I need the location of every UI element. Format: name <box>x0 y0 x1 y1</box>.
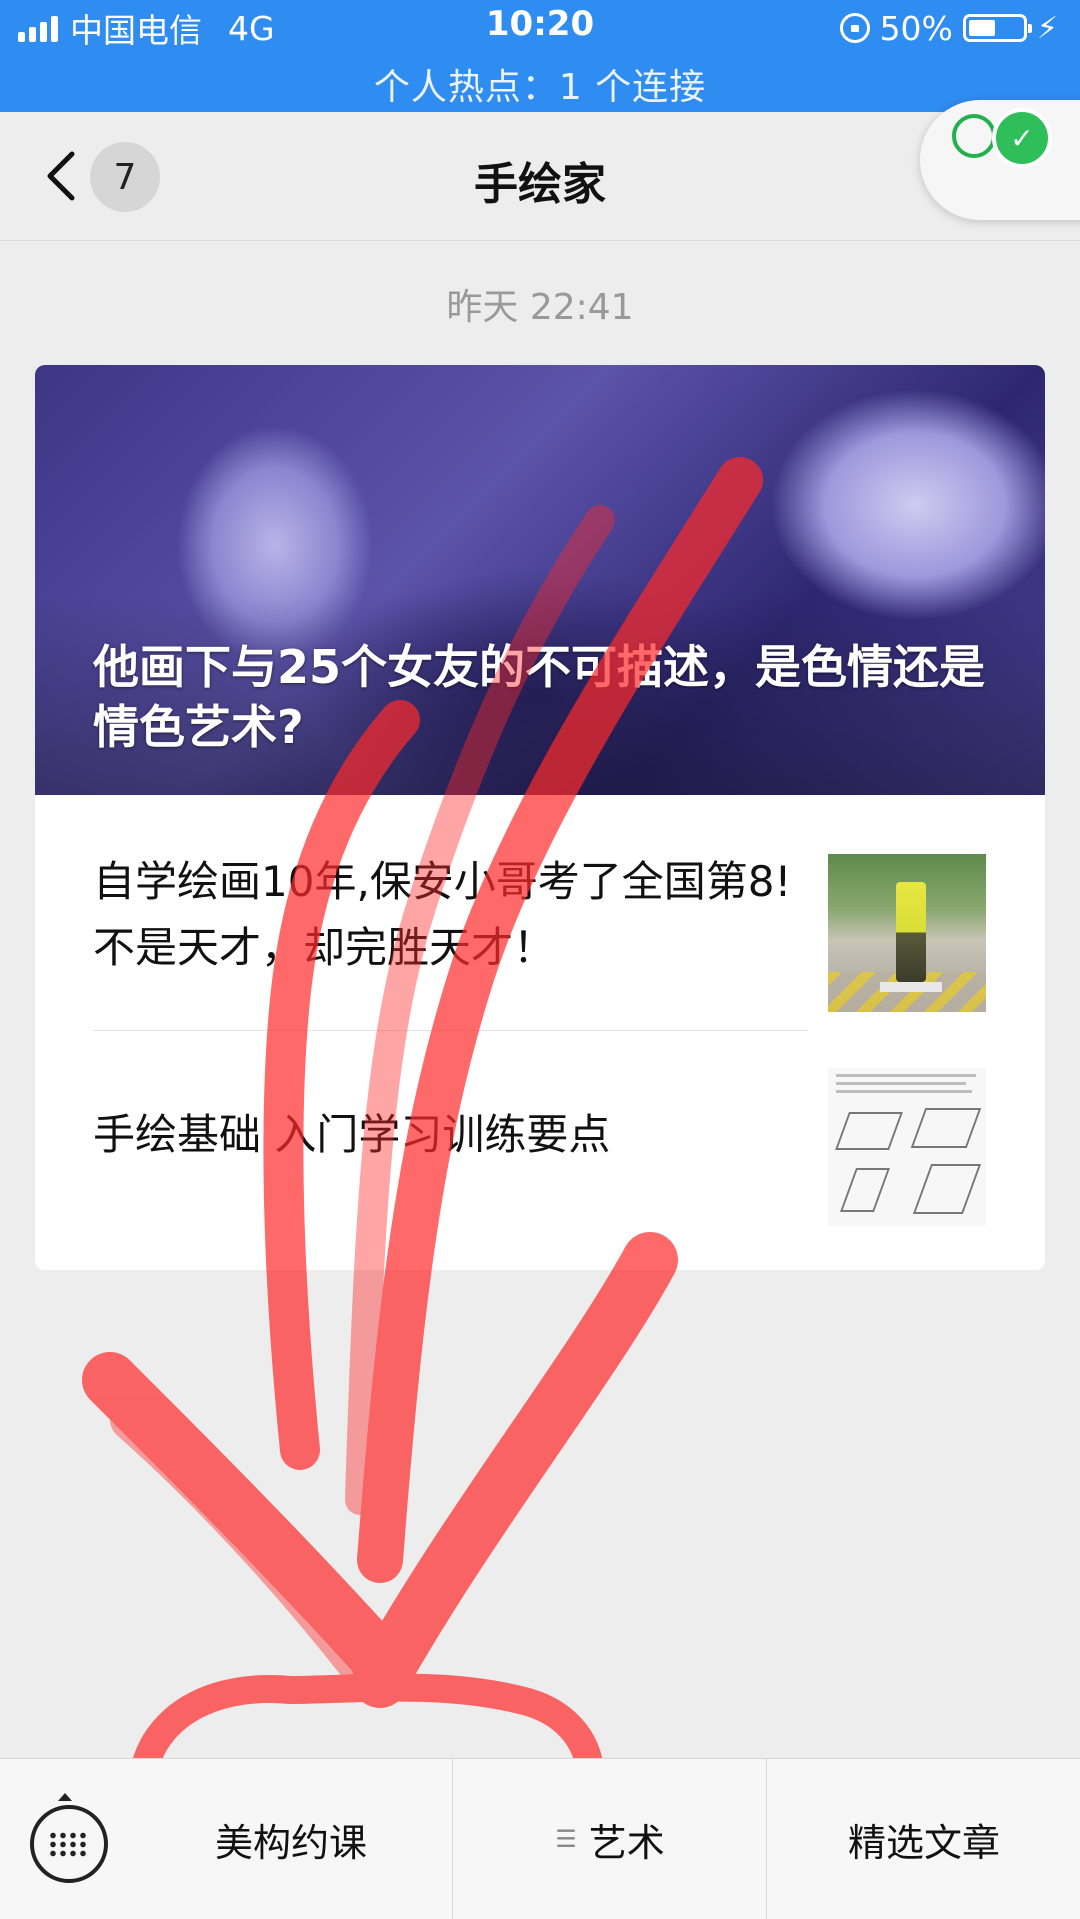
cover-title: 他画下与25个女友的不可描述，是色情还是情色艺术? <box>93 640 986 754</box>
article-title: 手绘基础 入门学习训练要点 <box>93 1110 611 1159</box>
keyboard-icon[interactable] <box>30 1793 108 1883</box>
rotation-lock-icon <box>839 13 870 43</box>
bottom-menu: 美构约课 ☰ 艺术 精选文章 <box>0 1758 1080 1919</box>
submenu-icon: ☰ <box>555 1825 577 1853</box>
edit-icon[interactable]: ✓ <box>992 108 1052 168</box>
battery-icon <box>962 14 1032 42</box>
menu-item-course[interactable]: 美构约课 <box>130 1759 452 1919</box>
nav-bar: 7 手绘家 <box>0 112 1080 241</box>
status-right: 50% ⚡ <box>839 6 1058 50</box>
menu-item-label: 美构约课 <box>214 1820 367 1865</box>
battery-percent: 50% <box>879 8 953 48</box>
menu-item-label: 艺术 <box>588 1820 665 1865</box>
menu-item-articles[interactable]: 精选文章 <box>766 1759 1080 1919</box>
message-timestamp: 昨天 22:41 <box>446 287 634 328</box>
article-thumbnail <box>828 854 986 1012</box>
menu-item-art[interactable]: ☰ 艺术 <box>452 1759 767 1919</box>
article-thumbnail <box>828 1068 986 1226</box>
article-title: 自学绘画10年,保安小哥考了全国第8!不是天才，却完胜天才！ <box>93 857 792 972</box>
article-item[interactable]: 自学绘画10年,保安小哥考了全国第8!不是天才，却完胜天才！ <box>35 795 1045 1030</box>
article-card: 他画下与25个女友的不可描述，是色情还是情色艺术? 自学绘画10年,保安小哥考了… <box>35 365 1045 1270</box>
status-bar: 中国电信 4G 10:20 50% ⚡ 个人热点：1 个连接 <box>0 0 1080 112</box>
menu-item-label: 精选文章 <box>847 1820 1000 1865</box>
article-item[interactable]: 手绘基础 入门学习训练要点 <box>35 1030 1045 1270</box>
hotspot-banner[interactable]: 个人热点：1 个连接 <box>0 58 1080 110</box>
charging-icon: ⚡ <box>1036 10 1058 46</box>
wechat-icon[interactable] <box>952 114 996 158</box>
cover-article[interactable]: 他画下与25个女友的不可描述，是色情还是情色艺术? <box>35 365 1045 795</box>
page-title: 手绘家 <box>474 159 606 210</box>
